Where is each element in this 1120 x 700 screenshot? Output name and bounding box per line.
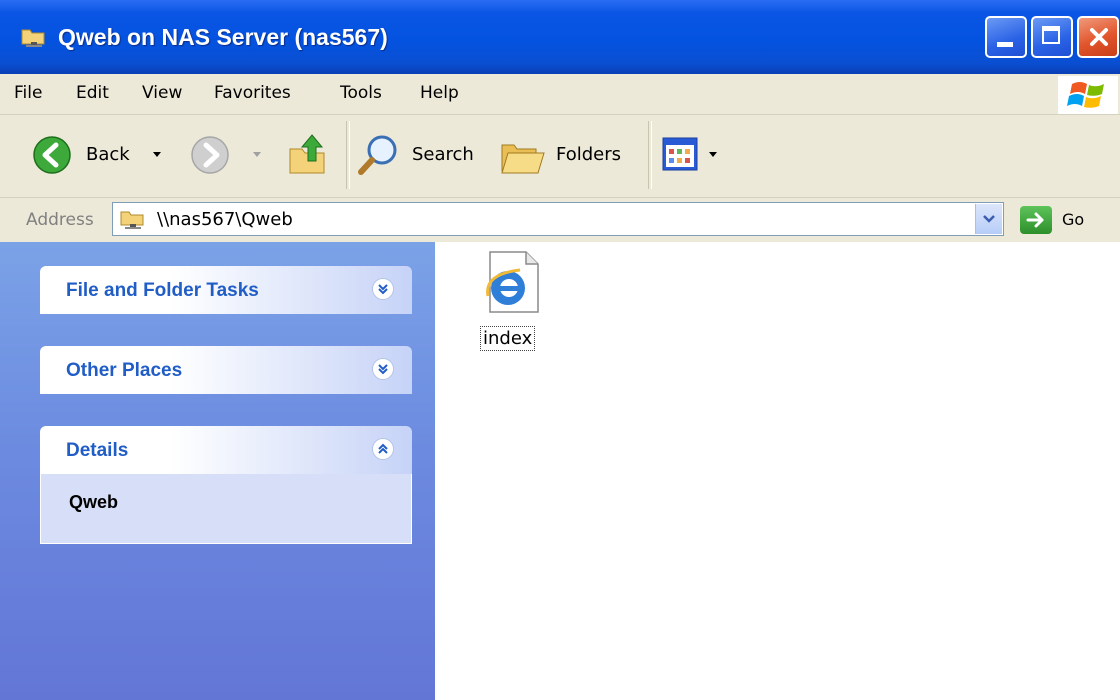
search-label: Search [412, 144, 474, 165]
menu-file[interactable]: File [14, 83, 42, 103]
panel-other-places[interactable]: Other Places [40, 346, 412, 394]
title-bar: Qweb on NAS Server (nas567) [0, 0, 1120, 74]
file-name-label[interactable]: index [480, 326, 536, 351]
close-button[interactable] [1077, 16, 1119, 58]
search-button[interactable]: Search [356, 133, 486, 177]
menu-view[interactable]: View [142, 83, 182, 103]
chevron-down-icon [983, 215, 995, 223]
forward-arrow-icon [191, 136, 229, 174]
address-bar: Address \\nas567\Qweb Go [0, 198, 1120, 242]
task-pane: File and Folder Tasks Other Places Detai… [0, 242, 435, 700]
go-arrow-icon [1026, 212, 1044, 228]
back-button[interactable]: Back [32, 135, 182, 175]
internet-explorer-file-icon[interactable] [476, 250, 546, 316]
forward-button[interactable] [190, 135, 270, 175]
chevron-double-up-icon[interactable] [372, 438, 394, 460]
close-icon [1090, 28, 1108, 46]
panel-details[interactable]: Details [40, 426, 412, 474]
address-dropdown-button[interactable] [975, 204, 1002, 234]
back-label: Back [86, 144, 130, 165]
panel-file-and-folder-tasks[interactable]: File and Folder Tasks [40, 266, 412, 314]
folders-button[interactable]: Folders [500, 133, 636, 177]
menu-help[interactable]: Help [420, 83, 459, 103]
details-item-name: Qweb [69, 492, 119, 512]
chevron-down-icon [153, 152, 161, 157]
address-value: \\nas567\Qweb [157, 209, 293, 230]
panel-title: Details [66, 440, 129, 461]
address-label: Address [26, 210, 94, 230]
menu-edit[interactable]: Edit [76, 83, 109, 103]
panel-title: Other Places [66, 360, 183, 381]
menu-tools[interactable]: Tools [340, 83, 382, 103]
windows-logo-icon [1058, 76, 1118, 114]
views-button[interactable] [662, 137, 726, 173]
folders-icon [501, 144, 545, 174]
go-button[interactable] [1020, 206, 1052, 234]
toolbar-separator [648, 121, 652, 189]
minimize-button[interactable] [985, 16, 1027, 58]
folders-label: Folders [556, 144, 622, 165]
toolbar: Back Search Folders [0, 115, 1120, 198]
address-input[interactable]: \\nas567\Qweb [112, 202, 1004, 236]
network-folder-icon [21, 29, 45, 47]
views-icon [662, 137, 698, 171]
window-title: Qweb on NAS Server (nas567) [58, 24, 388, 50]
details-body: Qweb [40, 474, 412, 544]
chevron-double-down-icon[interactable] [372, 358, 394, 380]
toolbar-separator [346, 121, 350, 189]
maximize-button[interactable] [1031, 16, 1073, 58]
menu-favorites[interactable]: Favorites [214, 83, 291, 103]
menu-bar: File Edit View Favorites Tools Help [0, 74, 1120, 115]
go-label[interactable]: Go [1062, 210, 1084, 229]
search-icon [358, 135, 397, 175]
network-folder-icon [120, 211, 144, 229]
chevron-down-icon [253, 152, 261, 157]
chevron-down-icon [709, 152, 717, 157]
chevron-double-down-icon[interactable] [372, 278, 394, 300]
up-folder-button[interactable] [286, 131, 332, 177]
back-arrow-icon [33, 136, 71, 174]
up-folder-icon [289, 134, 325, 174]
panel-title: File and Folder Tasks [66, 280, 259, 301]
